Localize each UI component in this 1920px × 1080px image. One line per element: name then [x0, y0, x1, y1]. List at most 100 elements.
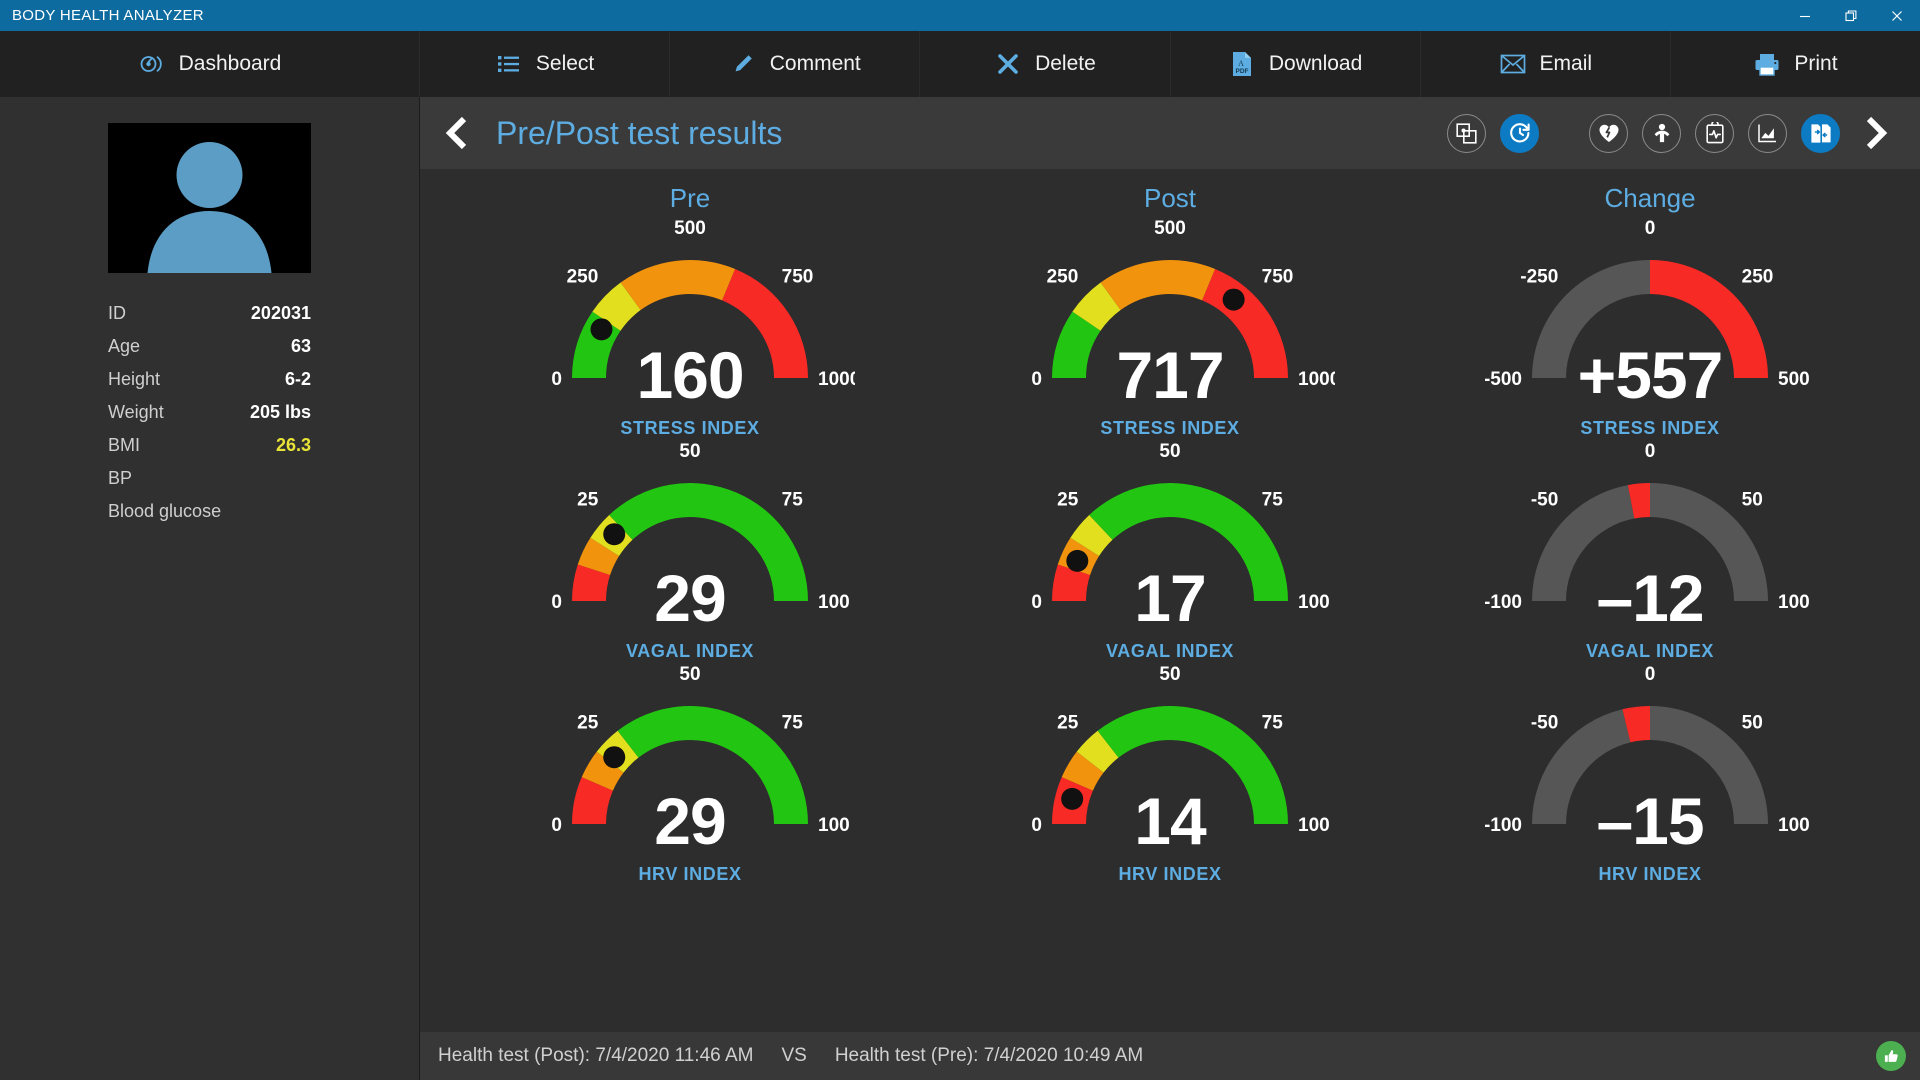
info-value-weight: 205 lbs	[249, 402, 311, 422]
info-row-height: Height 6-2	[108, 363, 311, 396]
chevron-left-icon[interactable]	[436, 112, 478, 154]
toolbar-item-email[interactable]: Email	[1421, 31, 1671, 97]
main-toolbar: Dashboard Select Comment Delete PDF A Do…	[0, 31, 1920, 97]
svg-text:50: 50	[1742, 490, 1763, 511]
gauge-row-hrv: 0 25 50 75 100 29 HRV INDEX 0 25 50 75 100 14 HRV IND…	[420, 662, 1920, 885]
footer-post-time: 7/4/2020 11:46 AM	[595, 1045, 754, 1066]
footer-post-label: Health test (Post): 7/4/2020 11:46 AM	[438, 1045, 753, 1067]
toolbar-label-delete: Delete	[1035, 52, 1096, 75]
compare-frames-icon[interactable]	[1447, 113, 1486, 153]
envelope-icon	[1499, 50, 1527, 78]
toolbar-item-comment[interactable]: Comment	[670, 31, 921, 97]
info-row-bmi: BMI 26.3	[108, 429, 311, 462]
svg-text:75: 75	[1262, 713, 1284, 734]
chevron-right-icon[interactable]	[1854, 111, 1898, 155]
toolbar-label-download: Download	[1268, 52, 1363, 75]
gauge-value: 160	[636, 338, 744, 412]
toolbar-item-dashboard[interactable]: Dashboard	[0, 31, 420, 97]
toolbar-item-select[interactable]: Select	[420, 31, 671, 97]
gauge-caption: STRESS INDEX	[620, 418, 760, 438]
info-row-blood-glucose: Blood glucose	[108, 495, 311, 528]
broken-heart-icon[interactable]	[1589, 113, 1628, 153]
info-row-id: ID 202031	[108, 297, 311, 330]
gauge-stress-index-pre: 0 250 500 750 1000 160	[525, 216, 855, 416]
gauge-caption: VAGAL INDEX	[1106, 641, 1234, 661]
gauge-value: 717	[1116, 338, 1224, 412]
wellness-person-icon[interactable]	[1642, 113, 1681, 153]
svg-text:0: 0	[1645, 664, 1656, 685]
footer-vs: VS	[781, 1045, 807, 1066]
svg-text:75: 75	[782, 490, 804, 511]
gauge-grid: Pre Post Change 0 250 500 750 1000 160 STRESS …	[420, 169, 1920, 1032]
toolbar-label-print: Print	[1794, 52, 1838, 75]
patient-sidebar: ID 202031 Age 63 Height 6-2 Weight 205 l…	[0, 97, 420, 1080]
gauge-cell: -100 -50 0 50 100 –12 VAGAL INDEX	[1410, 439, 1890, 662]
info-value-age: 63	[290, 336, 311, 356]
gauge-stress-index-post: 0 250 500 750 1000 717	[1005, 216, 1335, 416]
toolbar-label-comment: Comment	[769, 52, 861, 75]
compare-documents-icon[interactable]	[1801, 113, 1840, 153]
dashboard-gauge-icon	[138, 50, 166, 78]
gauge-row-vagal: 0 25 50 75 100 29 VAGAL INDEX 0 25 50 75 100 17 VAGAL…	[420, 439, 1920, 662]
info-label-bp: BP	[108, 468, 133, 488]
gauge-caption: VAGAL INDEX	[1586, 641, 1714, 661]
header-tool-group	[1447, 113, 1840, 153]
toolbar-item-print[interactable]: Print	[1671, 31, 1920, 97]
app-title: BODY HEALTH ANALYZER	[12, 7, 204, 24]
info-value-bmi: 26.3	[275, 435, 311, 455]
page-header: Pre/Post test results	[420, 97, 1920, 169]
gauge-value: –15	[1596, 784, 1704, 858]
svg-text:75: 75	[1262, 490, 1284, 511]
gauge-stress-index-change: -500 -250 0 250 500 +557	[1485, 216, 1815, 416]
svg-text:500: 500	[674, 218, 706, 239]
window-controls	[1782, 0, 1920, 31]
title-bar: BODY HEALTH ANALYZER	[0, 0, 1920, 31]
svg-text:50: 50	[1159, 441, 1180, 462]
gauge-hrv-index-pre: 0 25 50 75 100 29	[525, 662, 855, 862]
svg-text:-50: -50	[1531, 490, 1558, 511]
toolbar-item-delete[interactable]: Delete	[920, 31, 1171, 97]
svg-text:250: 250	[1742, 267, 1774, 288]
footer-pre-label-text: Health test (Pre):	[834, 1045, 979, 1066]
svg-text:50: 50	[679, 664, 700, 685]
gauge-cell: -500 -250 0 250 500 +557 STRESS INDEX	[1410, 216, 1890, 439]
svg-text:25: 25	[577, 713, 599, 734]
svg-text:750: 750	[782, 267, 814, 288]
gauge-row-stress: 0 250 500 750 1000 160 STRESS INDEX 0 250 500 750 1…	[420, 216, 1920, 439]
gauge-value: 29	[654, 784, 726, 858]
patient-info-table: ID 202031 Age 63 Height 6-2 Weight 205 l…	[108, 297, 311, 528]
gauge-value: +557	[1577, 338, 1724, 412]
close-button[interactable]	[1874, 0, 1920, 31]
gauge-cell: 0 25 50 75 100 29 HRV INDEX	[450, 662, 930, 885]
pencil-icon	[729, 50, 757, 78]
gauge-value: 14	[1134, 784, 1206, 858]
info-row-weight: Weight 205 lbs	[108, 396, 311, 429]
toolbar-item-download[interactable]: PDF A Download	[1171, 31, 1421, 97]
info-label-weight: Weight	[108, 402, 164, 422]
svg-text:25: 25	[1057, 713, 1079, 734]
info-label-age: Age	[108, 336, 141, 356]
gauge-caption: VAGAL INDEX	[626, 641, 754, 661]
svg-text:25: 25	[1057, 490, 1079, 511]
restore-button[interactable]	[1828, 0, 1874, 31]
refresh-clock-icon[interactable]	[1500, 113, 1539, 153]
gauge-value: 17	[1134, 561, 1206, 635]
printer-icon	[1753, 50, 1781, 78]
gauge-value: 29	[654, 561, 726, 635]
svg-text:-250: -250	[1520, 267, 1558, 288]
content-split: ID 202031 Age 63 Height 6-2 Weight 205 l…	[0, 97, 1920, 1080]
svg-text:50: 50	[1159, 664, 1180, 685]
gauge-caption: STRESS INDEX	[1100, 418, 1240, 438]
thumbs-up-icon	[1876, 1041, 1906, 1071]
svg-text:0: 0	[1645, 218, 1656, 239]
svg-text:250: 250	[567, 267, 599, 288]
gauge-caption: HRV INDEX	[1598, 864, 1702, 884]
svg-text:500: 500	[1154, 218, 1186, 239]
info-label-id: ID	[108, 303, 126, 323]
gauge-vagal-index-pre: 0 25 50 75 100 29	[525, 439, 855, 639]
footer-post-label-text: Health test (Post):	[438, 1045, 591, 1066]
minimize-button[interactable]	[1782, 0, 1828, 31]
main-panel: Pre/Post test results Pre Post Change 0 …	[420, 97, 1920, 1080]
chart-icon[interactable]	[1748, 113, 1787, 153]
clipboard-ecg-icon[interactable]	[1695, 113, 1734, 153]
